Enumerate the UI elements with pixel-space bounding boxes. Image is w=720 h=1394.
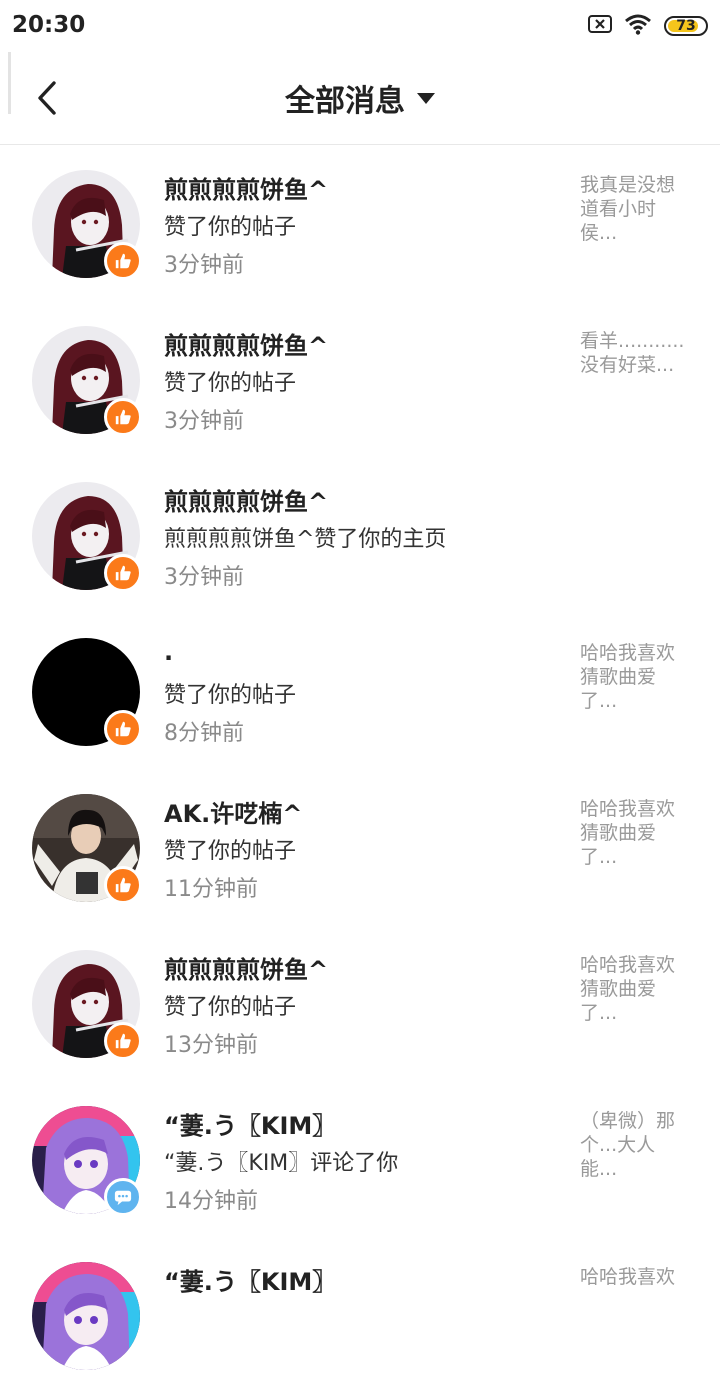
preview-line: 哈哈我喜欢	[580, 798, 676, 820]
notification-item[interactable]: 煎煎煎煎饼鱼^ 赞了你的帖子 3分钟前 看羊........... 没有好菜...	[0, 302, 720, 458]
title-dropdown[interactable]: 全部消息	[0, 76, 720, 120]
notification-action: 赞了你的帖子	[164, 839, 297, 864]
top-bar: 全部消息	[0, 50, 720, 145]
user-name[interactable]: AK.许呓楠^	[164, 794, 302, 829]
preview-line: 猜歌曲爱	[580, 978, 657, 1000]
notification-action: 赞了你的帖子	[164, 215, 297, 240]
post-preview[interactable]: 哈哈我喜欢 猜歌曲爱 了...	[580, 641, 692, 713]
page-title: 全部消息	[285, 84, 405, 119]
notification-item[interactable]: “萋.う〖KIM〗 哈哈我喜欢	[0, 1238, 720, 1394]
preview-line: 没有好菜...	[580, 354, 675, 376]
preview-line: 哈哈我喜欢	[580, 1266, 676, 1288]
status-time: 20:30	[12, 12, 86, 38]
thumbs-up-icon	[104, 554, 142, 592]
post-preview[interactable]: （卑微）那 个...大人 能...	[580, 1109, 692, 1181]
battery-icon: 73	[664, 16, 708, 36]
avatar[interactable]	[32, 1262, 140, 1370]
notification-item[interactable]: 煎煎煎煎饼鱼^ 赞了你的帖子 13分钟前 哈哈我喜欢 猜歌曲爱 了...	[0, 926, 720, 1082]
notification-list: 煎煎煎煎饼鱼^ 赞了你的帖子 3分钟前 我真是没想 道看小时 侯... 煎煎煎煎饼鱼…	[0, 146, 720, 1394]
avatar-wrapper	[32, 794, 142, 904]
status-bar: 20:30 73	[0, 0, 720, 50]
user-name[interactable]: .	[164, 638, 173, 666]
preview-line: 个...大人	[580, 1134, 656, 1156]
caret-down-icon	[417, 92, 435, 104]
post-preview[interactable]: 哈哈我喜欢 猜歌曲爱 了...	[580, 953, 692, 1025]
user-name[interactable]: 煎煎煎煎饼鱼^	[164, 950, 328, 985]
preview-line: 了...	[580, 846, 618, 868]
avatar-wrapper	[32, 1262, 140, 1370]
user-name[interactable]: 煎煎煎煎饼鱼^	[164, 170, 328, 205]
avatar-wrapper	[32, 1106, 142, 1216]
thumbs-up-icon	[104, 866, 142, 904]
notification-item[interactable]: 煎煎煎煎饼鱼^ 赞了你的帖子 3分钟前 我真是没想 道看小时 侯...	[0, 146, 720, 302]
thumbs-up-icon	[104, 242, 142, 280]
avatar-wrapper	[32, 950, 142, 1060]
preview-line: 能...	[580, 1158, 618, 1180]
preview-line: 哈哈我喜欢	[580, 954, 676, 976]
notification-time: 14分钟前	[164, 1189, 258, 1214]
sim-blocked-icon	[588, 14, 612, 38]
preview-line: 猜歌曲爱	[580, 822, 657, 844]
preview-line: 了...	[580, 690, 618, 712]
battery-level: 73	[676, 18, 696, 34]
post-preview[interactable]: 看羊........... 没有好菜...	[580, 329, 692, 377]
avatar-wrapper	[32, 326, 142, 436]
avatar-wrapper	[32, 170, 142, 280]
notification-action: 赞了你的帖子	[164, 995, 297, 1020]
preview-line: 道看小时	[580, 198, 657, 220]
preview-line: 侯...	[580, 222, 618, 244]
notification-item[interactable]: . 赞了你的帖子 8分钟前 哈哈我喜欢 猜歌曲爱 了...	[0, 614, 720, 770]
preview-line: （卑微）那	[580, 1110, 676, 1132]
preview-line: 哈哈我喜欢	[580, 642, 676, 664]
user-name[interactable]: 煎煎煎煎饼鱼^	[164, 326, 328, 361]
wifi-icon	[624, 13, 652, 39]
notification-time: 3分钟前	[164, 565, 244, 590]
thumbs-up-icon	[104, 1022, 142, 1060]
notification-action: 煎煎煎煎饼鱼^赞了你的主页	[164, 527, 447, 552]
notification-action: “萋.う〖KIM〗评论了你	[164, 1151, 399, 1176]
notification-item[interactable]: “萋.う〖KIM〗 “萋.う〖KIM〗评论了你 14分钟前 （卑微）那 个...大…	[0, 1082, 720, 1238]
thumbs-up-icon	[104, 710, 142, 748]
notification-time: 3分钟前	[164, 253, 244, 278]
user-name[interactable]: 煎煎煎煎饼鱼^	[164, 482, 328, 517]
notification-time: 11分钟前	[164, 877, 258, 902]
comment-icon	[104, 1178, 142, 1216]
notification-action: 赞了你的帖子	[164, 371, 297, 396]
notification-time: 13分钟前	[164, 1033, 258, 1058]
post-preview[interactable]: 我真是没想 道看小时 侯...	[580, 173, 692, 245]
user-name[interactable]: “萋.う〖KIM〗	[164, 1106, 336, 1141]
notification-action: 赞了你的帖子	[164, 683, 297, 708]
avatar-wrapper	[32, 482, 142, 592]
post-preview[interactable]: 哈哈我喜欢	[580, 1265, 692, 1289]
notification-item[interactable]: AK.许呓楠^ 赞了你的帖子 11分钟前 哈哈我喜欢 猜歌曲爱 了...	[0, 770, 720, 926]
preview-line: 猜歌曲爱	[580, 666, 657, 688]
notification-item[interactable]: 煎煎煎煎饼鱼^ 煎煎煎煎饼鱼^赞了你的主页 3分钟前	[0, 458, 720, 614]
avatar-wrapper	[32, 638, 142, 748]
thumbs-up-icon	[104, 398, 142, 436]
notification-time: 8分钟前	[164, 721, 244, 746]
preview-line: 看羊...........	[580, 330, 685, 352]
post-preview[interactable]: 哈哈我喜欢 猜歌曲爱 了...	[580, 797, 692, 869]
notification-time: 3分钟前	[164, 409, 244, 434]
preview-line: 了...	[580, 1002, 618, 1024]
preview-line: 我真是没想	[580, 174, 676, 196]
